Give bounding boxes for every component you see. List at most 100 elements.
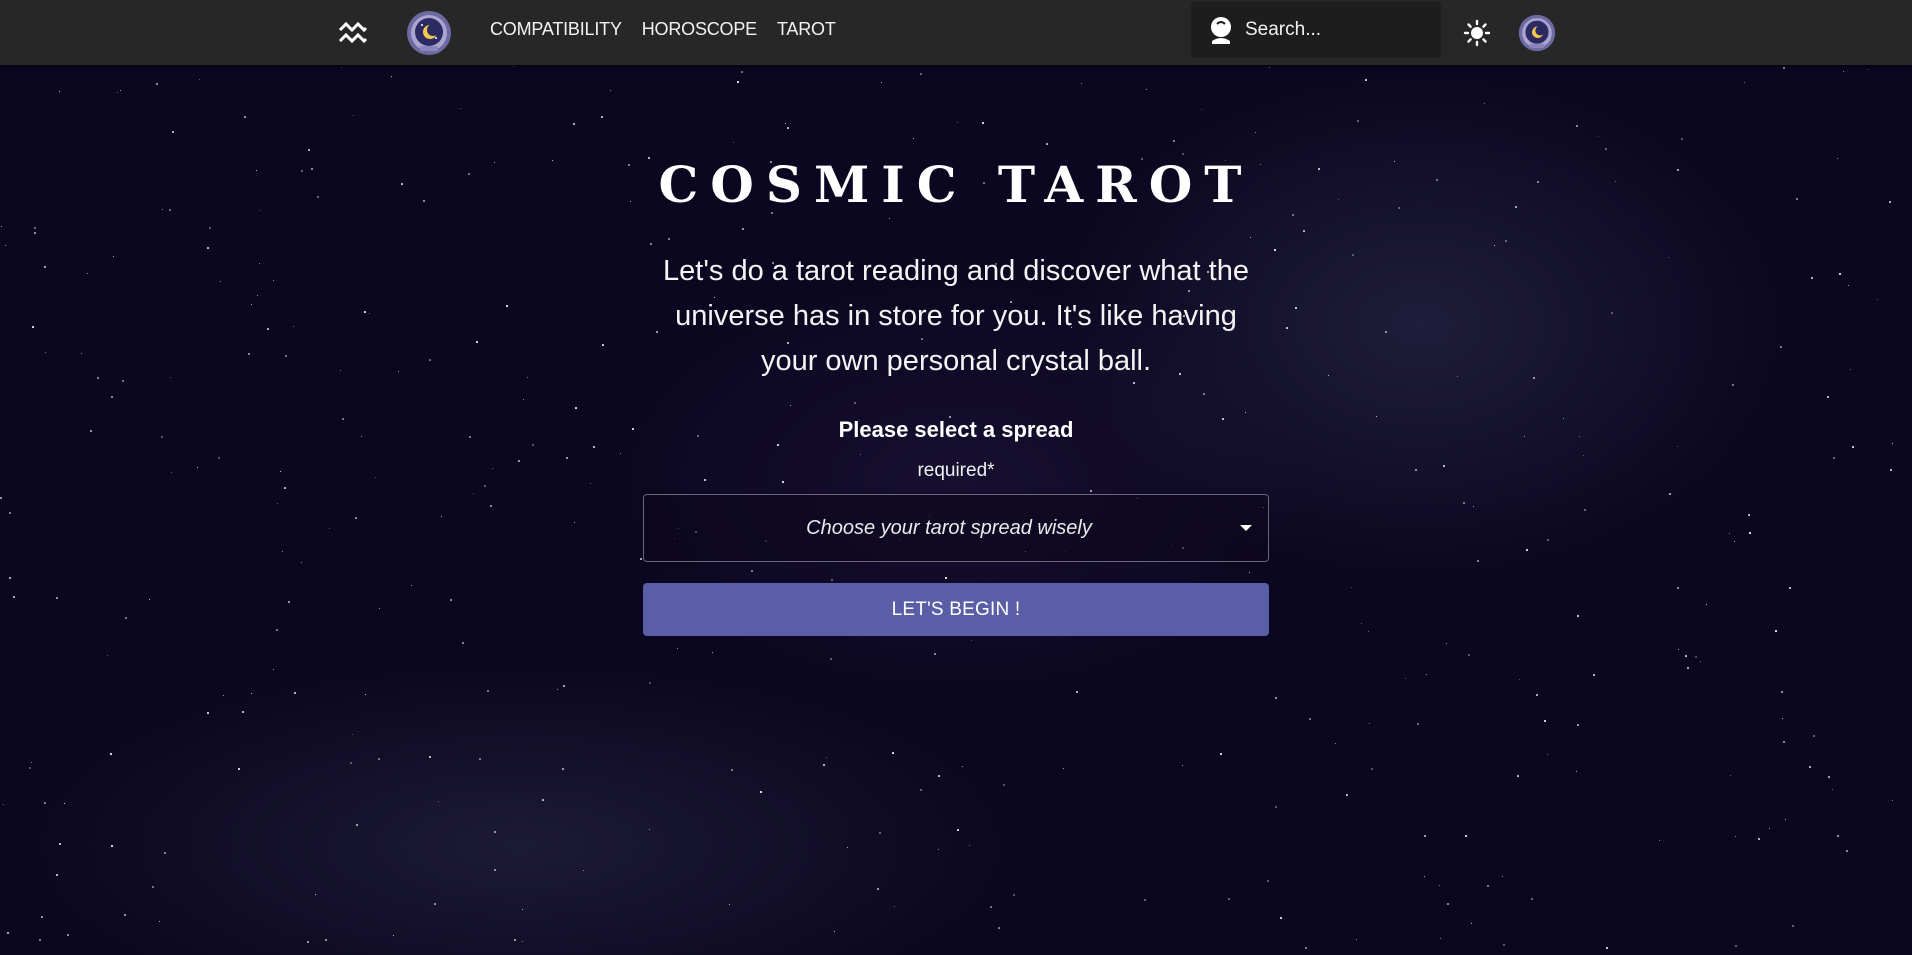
star bbox=[1346, 794, 1348, 796]
star bbox=[1659, 840, 1661, 842]
star bbox=[294, 692, 296, 694]
star bbox=[273, 669, 275, 671]
spread-heading: Please select a spread bbox=[838, 417, 1074, 442]
star bbox=[1220, 753, 1222, 755]
star bbox=[429, 756, 431, 758]
star bbox=[31, 762, 33, 764]
nav-link-tarot[interactable]: TAROT bbox=[777, 19, 836, 40]
star bbox=[826, 757, 828, 759]
star bbox=[1735, 836, 1737, 838]
star bbox=[1837, 835, 1840, 838]
star bbox=[1785, 819, 1787, 821]
star bbox=[1769, 828, 1771, 830]
required-label: required* bbox=[917, 460, 995, 481]
main-nav: COMPATIBILITY HOROSCOPE TAROT bbox=[490, 0, 836, 58]
star bbox=[1685, 655, 1687, 657]
star bbox=[3, 804, 5, 806]
star bbox=[834, 931, 836, 933]
spread-select[interactable]: Choose your tarot spread wisely bbox=[643, 494, 1269, 562]
star bbox=[934, 653, 937, 656]
star bbox=[44, 802, 46, 804]
star bbox=[238, 768, 240, 770]
star bbox=[969, 845, 971, 847]
star bbox=[1792, 925, 1794, 927]
star bbox=[1447, 903, 1449, 905]
crystal-ball-moon-logo[interactable] bbox=[404, 0, 454, 65]
star bbox=[1782, 718, 1784, 720]
star bbox=[1547, 754, 1549, 756]
star bbox=[938, 775, 940, 777]
star bbox=[64, 803, 66, 805]
star bbox=[938, 849, 940, 851]
star bbox=[557, 689, 559, 691]
star bbox=[1275, 806, 1277, 808]
crystal-ball-icon bbox=[1207, 15, 1235, 45]
star bbox=[462, 642, 464, 644]
begin-button[interactable]: LET'S BEGIN ! bbox=[643, 583, 1269, 636]
star bbox=[1182, 765, 1184, 767]
star bbox=[1356, 939, 1358, 941]
star bbox=[1503, 944, 1506, 947]
star bbox=[41, 916, 43, 918]
star bbox=[1275, 697, 1277, 699]
star bbox=[325, 939, 327, 941]
star bbox=[830, 658, 832, 660]
search-input[interactable] bbox=[1243, 18, 1427, 42]
star bbox=[1465, 835, 1467, 837]
star bbox=[159, 921, 161, 923]
star bbox=[1369, 723, 1371, 725]
star bbox=[393, 935, 395, 937]
star bbox=[494, 869, 496, 871]
star bbox=[251, 693, 253, 695]
star bbox=[124, 914, 126, 916]
star bbox=[1828, 776, 1830, 778]
star bbox=[1576, 771, 1578, 773]
top-navbar: COMPATIBILITY HOROSCOPE TAROT bbox=[0, 0, 1912, 65]
star bbox=[847, 847, 849, 849]
star bbox=[438, 801, 440, 803]
star bbox=[1003, 784, 1006, 787]
star bbox=[1335, 743, 1337, 745]
star bbox=[1687, 667, 1690, 670]
intro-text: Let's do a tarot reading and discover wh… bbox=[663, 255, 1249, 377]
aquarius-icon[interactable] bbox=[336, 0, 370, 65]
star bbox=[1813, 735, 1815, 737]
star bbox=[1405, 678, 1407, 680]
star bbox=[998, 927, 1000, 929]
star bbox=[1144, 899, 1146, 901]
search-box[interactable] bbox=[1191, 2, 1441, 58]
star bbox=[242, 711, 245, 714]
star bbox=[1468, 654, 1471, 657]
nav-link-horoscope[interactable]: HOROSCOPE bbox=[642, 19, 757, 40]
sun-icon[interactable] bbox=[1460, 0, 1494, 65]
star bbox=[823, 764, 826, 767]
star bbox=[957, 829, 959, 831]
star bbox=[1439, 885, 1441, 887]
star bbox=[1536, 694, 1538, 696]
star bbox=[1517, 775, 1519, 777]
star bbox=[563, 685, 565, 687]
tarot-main: COSMIC TAROT Let's do a tarot reading an… bbox=[0, 65, 1912, 636]
star bbox=[1809, 766, 1811, 768]
star bbox=[971, 640, 973, 642]
star bbox=[1678, 649, 1680, 651]
star bbox=[1892, 800, 1894, 802]
star bbox=[562, 768, 565, 771]
star bbox=[583, 870, 585, 872]
star bbox=[494, 831, 496, 833]
star bbox=[1758, 838, 1761, 841]
star bbox=[315, 894, 317, 896]
star bbox=[990, 906, 992, 908]
star bbox=[1846, 850, 1848, 852]
star bbox=[1076, 691, 1078, 693]
star bbox=[712, 652, 714, 654]
star bbox=[731, 769, 733, 771]
star bbox=[1487, 885, 1490, 888]
star bbox=[1544, 720, 1546, 722]
profile-avatar[interactable] bbox=[1516, 0, 1558, 65]
star bbox=[223, 695, 225, 697]
star bbox=[1424, 835, 1427, 838]
star bbox=[1305, 947, 1307, 949]
star bbox=[479, 758, 481, 760]
nav-link-compatibility[interactable]: COMPATIBILITY bbox=[490, 19, 622, 40]
